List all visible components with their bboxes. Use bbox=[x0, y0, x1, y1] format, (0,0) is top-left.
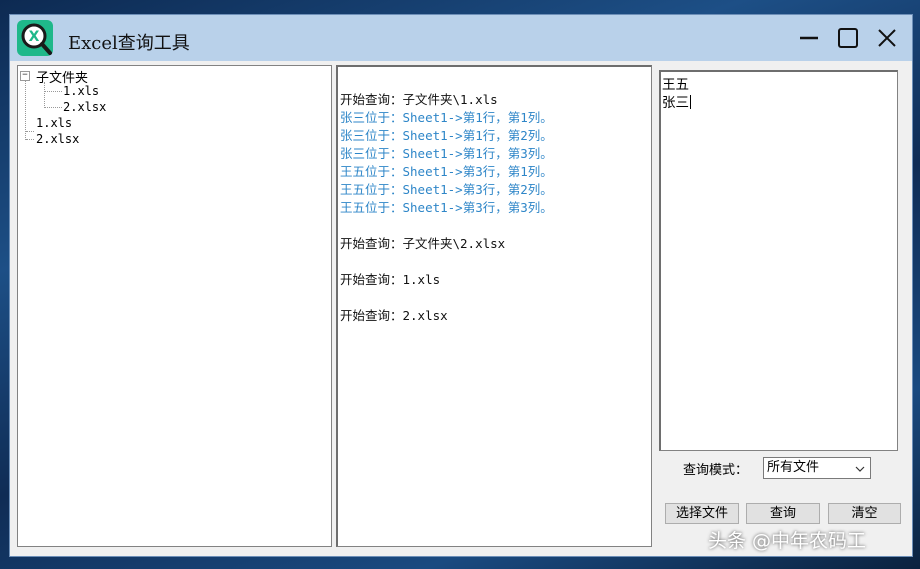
maximize-button[interactable] bbox=[833, 23, 863, 53]
query-mode-select[interactable]: 所有文件 bbox=[763, 457, 871, 479]
watermark-text: 头条 @中年农码工 bbox=[708, 530, 867, 552]
excel-search-app-icon: X bbox=[17, 20, 53, 56]
chevron-down-icon bbox=[855, 466, 865, 472]
select-file-button[interactable]: 选择文件 bbox=[665, 503, 739, 524]
file-tree[interactable]: − 子文件夹 1.xls 2.xlsx 1.xls 2.xlsx bbox=[17, 65, 332, 547]
close-button[interactable] bbox=[872, 23, 902, 53]
window-title: Excel查询工具 bbox=[68, 33, 190, 54]
collapse-toggle[interactable]: − bbox=[20, 71, 30, 81]
search-name-line: 张三 bbox=[662, 95, 691, 111]
clear-button[interactable]: 清空 bbox=[828, 503, 901, 524]
title-bar: X Excel查询工具 bbox=[10, 15, 912, 61]
log-heading-line: 开始查询：1.xls bbox=[340, 272, 441, 287]
tree-connector bbox=[45, 107, 62, 108]
tree-file-node[interactable]: 1.xls bbox=[63, 84, 99, 98]
log-hit-line: 张三位于：Sheet1->第1行，第1列。 bbox=[340, 110, 553, 125]
app-window: X Excel查询工具 − 子文件夹 1.xls 2.xlsx 1.xls 2.… bbox=[9, 14, 913, 557]
tree-connector bbox=[26, 131, 34, 132]
log-heading-line: 开始查询：子文件夹\1.xls bbox=[340, 92, 498, 107]
query-mode-value: 所有文件 bbox=[767, 460, 820, 475]
minimize-icon bbox=[800, 36, 818, 40]
log-hit-line: 张三位于：Sheet1->第1行，第2列。 bbox=[340, 128, 553, 143]
text-cursor bbox=[690, 95, 691, 109]
log-heading-line: 开始查询：2.xlsx bbox=[340, 308, 448, 323]
tree-file-node[interactable]: 2.xlsx bbox=[63, 100, 106, 114]
log-hit-line: 王五位于：Sheet1->第3行，第1列。 bbox=[340, 164, 553, 179]
log-hit-line: 张三位于：Sheet1->第1行，第3列。 bbox=[340, 146, 553, 161]
query-mode-label: 查询模式： bbox=[683, 463, 749, 478]
tree-file-node[interactable]: 2.xlsx bbox=[36, 132, 79, 146]
svg-text:X: X bbox=[29, 29, 40, 45]
log-heading-line: 开始查询：子文件夹\2.xlsx bbox=[340, 236, 506, 251]
log-hit-line: 王五位于：Sheet1->第3行，第3列。 bbox=[340, 200, 553, 215]
query-button[interactable]: 查询 bbox=[746, 503, 820, 524]
tree-connector bbox=[26, 139, 34, 140]
search-names-textarea[interactable]: 王五 张三 bbox=[659, 70, 898, 451]
log-hit-line: 王五位于：Sheet1->第3行，第2列。 bbox=[340, 182, 553, 197]
results-log[interactable]: 开始查询：子文件夹\1.xls 张三位于：Sheet1->第1行，第1列。 张三位于… bbox=[336, 65, 652, 547]
minimize-button[interactable] bbox=[794, 23, 824, 53]
close-icon bbox=[878, 29, 896, 47]
tree-file-node[interactable]: 1.xls bbox=[36, 116, 72, 130]
maximize-icon bbox=[838, 28, 858, 48]
tree-connector bbox=[45, 91, 62, 92]
search-name-line: 王五 bbox=[662, 77, 689, 93]
